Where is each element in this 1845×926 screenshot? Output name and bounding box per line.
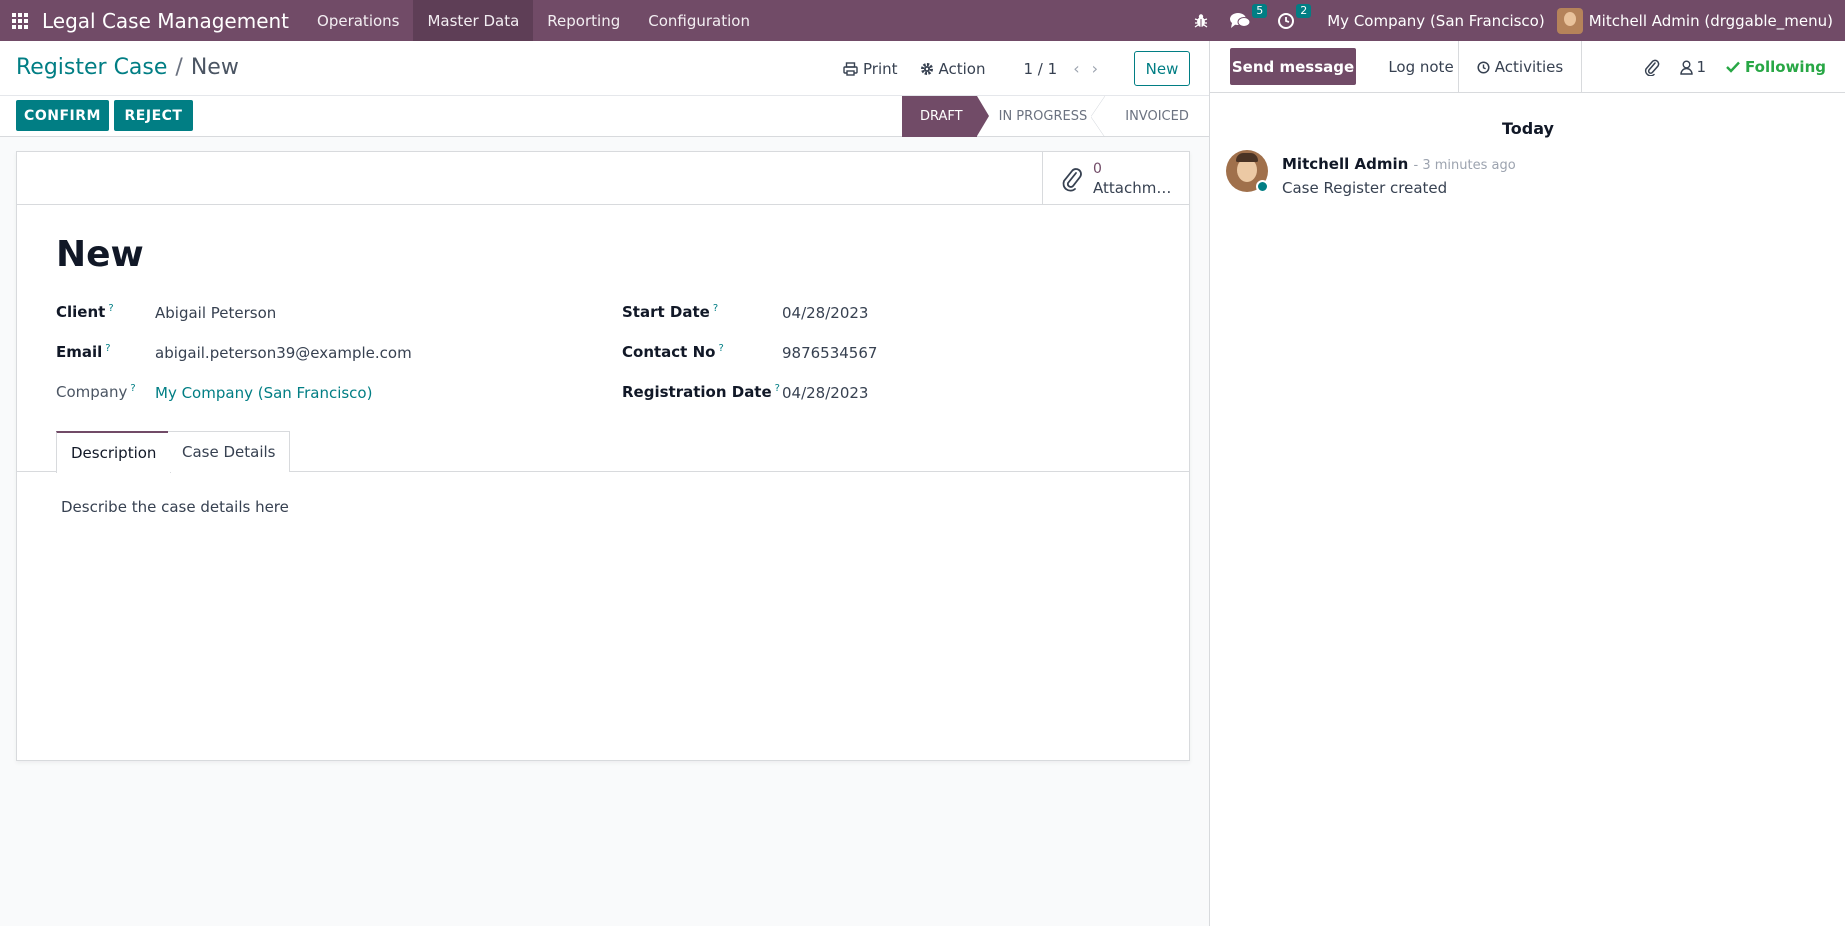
breadcrumb: Register Case / New	[16, 55, 239, 80]
action-label: Action	[938, 59, 986, 78]
attachments-smart-button[interactable]: 0 Attachm…	[1042, 152, 1189, 205]
pager-next-icon[interactable]: ›	[1092, 59, 1098, 78]
date-separator: Today	[1502, 119, 1554, 138]
contact-no-field-label: Contact No?	[622, 343, 724, 361]
attachment-paperclip-icon[interactable]	[1644, 58, 1660, 76]
app-brand[interactable]: Legal Case Management	[42, 9, 289, 33]
stage-invoiced[interactable]: INVOICED	[1103, 96, 1203, 137]
stage-in-progress[interactable]: IN PROGRESS	[977, 96, 1105, 137]
company-label: Company	[56, 383, 128, 401]
breadcrumb-separator: /	[175, 55, 183, 80]
user-menu[interactable]: Mitchell Admin (drggable_menu)	[1556, 7, 1845, 34]
attachments-count: 0	[1093, 160, 1102, 177]
contact-no-label: Contact No	[622, 343, 716, 361]
client-field-label: Client?	[56, 303, 114, 321]
message-body: Case Register created	[1282, 179, 1448, 197]
email-field-label: Email?	[56, 343, 111, 361]
form-sheet: 0 Attachm… New Client? Abigail Peterson …	[16, 151, 1190, 761]
start-date-label: Start Date	[622, 303, 710, 321]
registration-date-label: Registration Date	[622, 383, 772, 401]
activities-clock-icon[interactable]: 2	[1267, 0, 1312, 41]
confirm-button[interactable]: CONFIRM	[16, 100, 109, 131]
message-time: - 3 minutes ago	[1413, 158, 1516, 173]
debug-bug-icon[interactable]	[1183, 0, 1219, 41]
notebook-tabs: Description Case Details	[17, 431, 1189, 473]
company-help-icon[interactable]: ?	[130, 383, 135, 394]
start-date-input[interactable]: 04/28/2023	[782, 304, 868, 322]
description-editor[interactable]: Describe the case details here	[61, 498, 289, 516]
gear-icon	[920, 62, 933, 75]
followers-count: 1	[1696, 58, 1707, 76]
email-help-icon[interactable]: ?	[105, 343, 110, 354]
tab-case-details[interactable]: Case Details	[168, 431, 291, 472]
company-switcher[interactable]: My Company (San Francisco)	[1311, 12, 1556, 30]
contact-no-input[interactable]: 9876534567	[782, 344, 877, 362]
user-icon	[1679, 60, 1693, 75]
email-input[interactable]: abigail.peterson39@example.com	[155, 344, 412, 362]
check-icon	[1726, 61, 1740, 73]
log-note-button[interactable]: Log note	[1374, 41, 1468, 93]
chatter-panel: Send message Log note Activities 1 Follo…	[1209, 41, 1845, 926]
start-date-field-label: Start Date?	[622, 303, 718, 321]
contact-no-help-icon[interactable]: ?	[718, 343, 723, 354]
paperclip-icon	[1062, 167, 1082, 192]
print-label: Print	[863, 59, 898, 78]
messages-count-badge: 5	[1252, 4, 1268, 18]
breadcrumb-register-case[interactable]: Register Case	[16, 55, 167, 80]
control-panel: Register Case / New Print Action 1 / 1 ‹…	[0, 41, 1209, 137]
button-box: 0 Attachm…	[17, 152, 1189, 205]
registration-date-help-icon[interactable]: ?	[775, 383, 780, 394]
activities-button[interactable]: Activities	[1458, 41, 1582, 93]
menu-operations[interactable]: Operations	[303, 0, 413, 41]
attachments-label: Attachm…	[1093, 178, 1172, 197]
following-label: Following	[1745, 58, 1826, 76]
send-message-button[interactable]: Send message	[1230, 48, 1356, 85]
user-avatar	[1556, 7, 1583, 34]
tab-description[interactable]: Description	[56, 431, 172, 473]
print-icon	[843, 61, 858, 76]
top-navbar: Legal Case Management Operations Master …	[0, 0, 1845, 41]
client-input[interactable]: Abigail Peterson	[155, 304, 276, 322]
status-bar: DRAFT IN PROGRESS INVOICED	[902, 96, 1203, 137]
chatter-topbar: Send message Log note Activities 1 Follo…	[1210, 41, 1845, 93]
message-header: Mitchell Admin - 3 minutes ago	[1282, 155, 1516, 173]
stage-draft[interactable]: DRAFT	[902, 96, 989, 137]
email-label: Email	[56, 343, 103, 361]
messages-icon[interactable]: 5	[1219, 0, 1268, 41]
activities-count-badge: 2	[1296, 4, 1312, 18]
breadcrumb-current: New	[190, 55, 239, 80]
apps-menu-icon[interactable]	[0, 0, 40, 41]
record-title[interactable]: New	[56, 234, 144, 275]
following-button[interactable]: Following	[1726, 58, 1826, 76]
user-name: Mitchell Admin (drggable_menu)	[1588, 11, 1833, 30]
message-author[interactable]: Mitchell Admin	[1282, 155, 1408, 173]
pager-previous-icon[interactable]: ‹	[1073, 59, 1079, 78]
pager-value[interactable]: 1 / 1	[1024, 60, 1058, 78]
followers-button[interactable]: 1	[1679, 58, 1707, 76]
client-help-icon[interactable]: ?	[108, 303, 113, 314]
activities-label: Activities	[1494, 58, 1564, 76]
registration-date-field-label: Registration Date?	[622, 383, 780, 401]
start-date-help-icon[interactable]: ?	[713, 303, 718, 314]
menu-master-data[interactable]: Master Data	[413, 0, 534, 41]
registration-date-input[interactable]: 04/28/2023	[782, 384, 868, 402]
clock-icon	[1477, 60, 1490, 74]
menu-configuration[interactable]: Configuration	[634, 0, 764, 41]
action-button[interactable]: Action	[920, 60, 986, 78]
reject-button[interactable]: REJECT	[114, 100, 193, 131]
client-label: Client	[56, 303, 106, 321]
menu-reporting[interactable]: Reporting	[533, 0, 634, 41]
online-status-icon	[1256, 180, 1269, 193]
company-link[interactable]: My Company (San Francisco)	[155, 384, 372, 402]
new-record-button[interactable]: New	[1134, 51, 1190, 86]
print-button[interactable]: Print	[843, 60, 898, 78]
company-field-label: Company?	[56, 383, 136, 401]
